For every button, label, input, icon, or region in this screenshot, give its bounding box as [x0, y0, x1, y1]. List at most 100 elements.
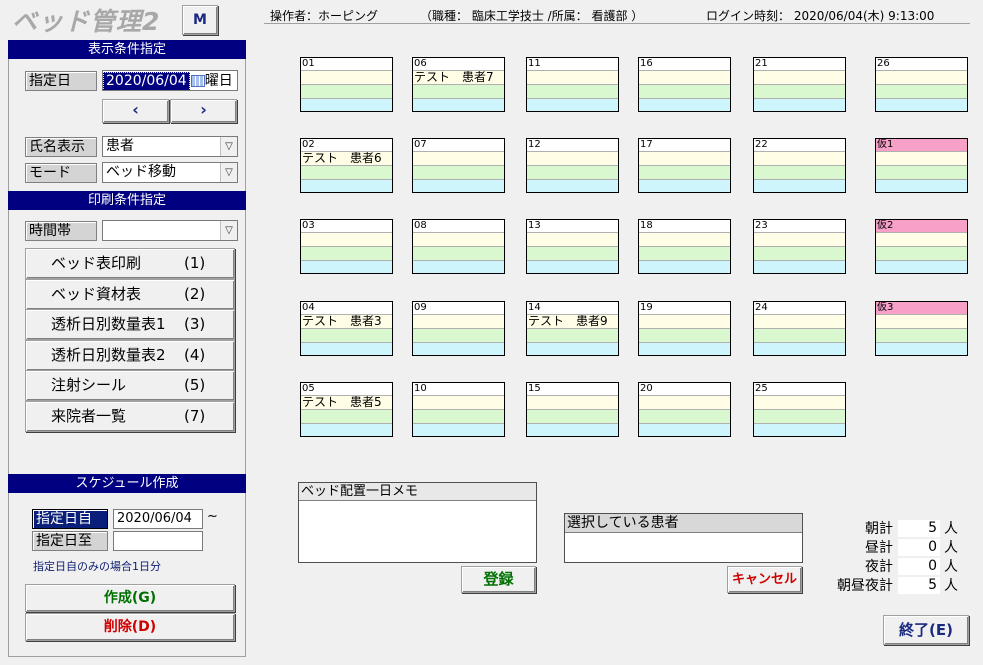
bed-patient-name: [639, 233, 730, 247]
bed-slot-cyan: [527, 424, 618, 436]
bed-slot-green: [639, 410, 730, 424]
bed-cell[interactable]: 07: [412, 138, 505, 193]
memo-title: ベッド配置一日メモ: [299, 483, 536, 501]
bed-cell[interactable]: 20: [638, 382, 731, 437]
bed-cell[interactable]: 14 テスト 患者9: [526, 301, 619, 356]
prev-date-button[interactable]: ‹: [102, 99, 169, 123]
dialysis-daily-qty-1-button[interactable]: 透析日別数量表1 (3): [25, 309, 235, 340]
bed-cell[interactable]: 11: [526, 57, 619, 112]
chevron-down-icon[interactable]: ▽: [220, 137, 237, 156]
print-bed-table-button[interactable]: ベッド表印刷 (1): [25, 248, 235, 279]
bed-cell[interactable]: 22: [753, 138, 846, 193]
bed-slot-cyan: [754, 99, 845, 111]
bed-slot-cyan: [754, 424, 845, 436]
bed-cell[interactable]: 09: [412, 301, 505, 356]
create-button[interactable]: 作成(G): [25, 584, 235, 612]
bed-cell[interactable]: 06 テスト 患者7: [412, 57, 505, 112]
bed-slot-green: [413, 85, 504, 99]
button-label: 透析日別数量表2: [51, 346, 166, 364]
bed-slot-cyan: [301, 99, 392, 111]
bed-cell[interactable]: 23: [753, 219, 846, 274]
exit-button[interactable]: 終了(E): [883, 615, 969, 645]
bed-slot-green: [754, 166, 845, 180]
bed-slot-cyan: [639, 424, 730, 436]
bed-number: 15: [527, 383, 618, 396]
all-day-total-unit: 人: [944, 578, 958, 594]
mode-select[interactable]: ベッド移動 ▽: [102, 162, 238, 183]
bed-cell[interactable]: 05 テスト 患者5: [300, 382, 393, 437]
memo-textarea[interactable]: [299, 501, 536, 505]
bed-slot-cyan: [527, 99, 618, 111]
bed-cell[interactable]: 21: [753, 57, 846, 112]
bed-slot-cyan: [876, 343, 967, 355]
from-date-field[interactable]: 2020/06/04: [113, 509, 203, 529]
bed-patient-name: [301, 71, 392, 85]
shortcut-key: (1): [184, 254, 206, 272]
bed-cell[interactable]: 17: [638, 138, 731, 193]
bed-number: 12: [527, 139, 618, 152]
selected-patient-panel: 選択している患者: [564, 513, 803, 563]
bed-patient-name: テスト 患者6: [301, 152, 392, 166]
chevron-down-icon[interactable]: ▽: [220, 163, 237, 182]
bed-cell[interactable]: 04 テスト 患者3: [300, 301, 393, 356]
bed-slot-green: [301, 410, 392, 424]
bed-patient-name: [876, 71, 967, 85]
bed-number: 09: [413, 302, 504, 315]
date-field[interactable]: 2020/06/04 曜日: [102, 70, 238, 91]
bed-patient-name: テスト 患者9: [527, 315, 618, 329]
bed-cell[interactable]: 16: [638, 57, 731, 112]
bed-slot-green: [413, 329, 504, 343]
bed-patient-name: [413, 396, 504, 410]
bed-slot-cyan: [301, 180, 392, 192]
bed-cell[interactable]: 03: [300, 219, 393, 274]
bed-number: 19: [639, 302, 730, 315]
to-date-label: 指定日至: [32, 531, 108, 551]
bed-number: 26: [876, 58, 967, 71]
bed-material-table-button[interactable]: ベッド資材表 (2): [25, 279, 235, 310]
bed-patient-name: [413, 233, 504, 247]
bed-cell[interactable]: 24: [753, 301, 846, 356]
bed-cell[interactable]: 仮2: [875, 219, 968, 274]
bed-patient-name: [301, 233, 392, 247]
selected-patient-title: 選択している患者: [565, 514, 802, 533]
bed-cell[interactable]: 18: [638, 219, 731, 274]
calendar-icon[interactable]: [190, 75, 205, 87]
next-date-button[interactable]: ›: [170, 99, 237, 123]
injection-sticker-button[interactable]: 注射シール (5): [25, 370, 235, 401]
bed-patient-name: [754, 315, 845, 329]
bed-cell[interactable]: 仮1: [875, 138, 968, 193]
bed-cell[interactable]: 仮3: [875, 301, 968, 356]
to-date-field[interactable]: [113, 531, 203, 551]
dialysis-daily-qty-2-button[interactable]: 透析日別数量表2 (4): [25, 340, 235, 371]
cancel-button[interactable]: キャンセル: [727, 566, 802, 593]
bed-slot-green: [639, 85, 730, 99]
bed-number: 17: [639, 139, 730, 152]
bed-cell[interactable]: 19: [638, 301, 731, 356]
bed-cell[interactable]: 08: [412, 219, 505, 274]
bed-cell[interactable]: 26: [875, 57, 968, 112]
m-button[interactable]: M: [182, 5, 218, 35]
bed-cell[interactable]: 15: [526, 382, 619, 437]
chevron-down-icon[interactable]: ▽: [220, 221, 237, 240]
bed-slot-green: [639, 247, 730, 261]
bed-cell[interactable]: 10: [412, 382, 505, 437]
bed-slot-green: [301, 329, 392, 343]
visitor-list-button[interactable]: 来院者一覧 (7): [25, 401, 235, 432]
register-button[interactable]: 登録: [461, 566, 536, 593]
bed-cell[interactable]: 12: [526, 138, 619, 193]
schedule-note: 指定日自のみの場合1日分: [33, 560, 161, 573]
bed-cell[interactable]: 01: [300, 57, 393, 112]
bed-cell[interactable]: 25: [753, 382, 846, 437]
bed-patient-name: [527, 152, 618, 166]
name-display-select[interactable]: 患者 ▽: [102, 136, 238, 157]
bed-number: 24: [754, 302, 845, 315]
bed-cell[interactable]: 13: [526, 219, 619, 274]
bed-slot-cyan: [413, 424, 504, 436]
button-label: 来院者一覧: [51, 407, 127, 425]
bed-slot-cyan: [754, 343, 845, 355]
bed-slot-green: [413, 247, 504, 261]
delete-button[interactable]: 削除(D): [25, 613, 235, 641]
bed-cell[interactable]: 02 テスト 患者6: [300, 138, 393, 193]
time-slot-select[interactable]: ▽: [102, 220, 238, 241]
bed-number: 22: [754, 139, 845, 152]
